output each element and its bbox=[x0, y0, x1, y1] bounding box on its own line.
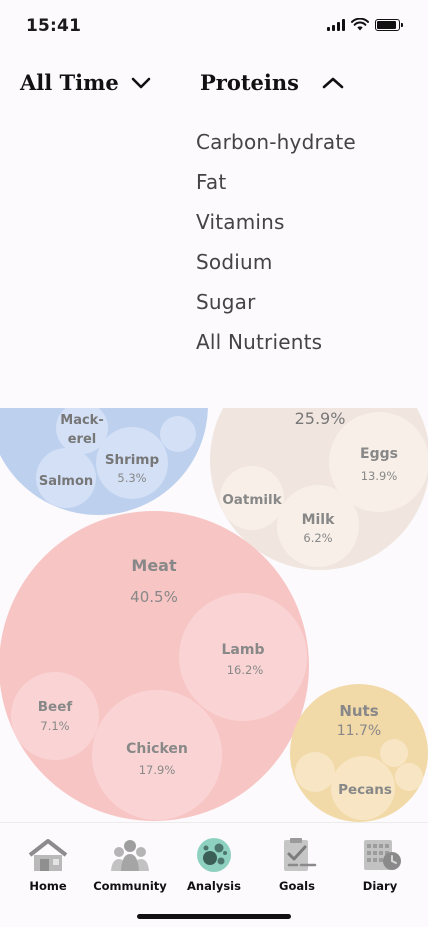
home-icon bbox=[28, 839, 68, 871]
tab-label: Goals bbox=[279, 879, 315, 893]
bubble-label-milk: Milk bbox=[302, 512, 336, 528]
nutrient-menu: Carbon-hydrate Fat Vitamins Sodium Sugar… bbox=[196, 130, 356, 370]
nutrient-label: Proteins bbox=[200, 70, 299, 95]
bubble-percent-dairy: 25.9% bbox=[295, 409, 346, 428]
tab-goals[interactable]: Goals bbox=[255, 837, 339, 893]
time-range-dropdown[interactable]: All Time bbox=[20, 70, 151, 95]
bubble-label-oatmilk: Oatmilk bbox=[222, 492, 282, 508]
bubble-percent-chicken: 17.9% bbox=[139, 763, 176, 777]
goals-icon bbox=[284, 838, 317, 871]
nutrient-option[interactable]: Sodium bbox=[196, 250, 356, 290]
bubble-label-eggs: Eggs bbox=[360, 446, 398, 462]
nutrient-option[interactable]: Vitamins bbox=[196, 210, 356, 250]
tab-analysis[interactable]: Analysis bbox=[172, 837, 256, 893]
bubble-group-nuts[interactable]: Nuts 11.7% Pecans bbox=[290, 684, 428, 822]
bubble-label-lamb: Lamb bbox=[222, 642, 265, 658]
bubble-nut-small-1 bbox=[295, 752, 335, 792]
bubble-percent-milk: 6.2% bbox=[303, 531, 332, 545]
analysis-icon bbox=[197, 838, 231, 872]
status-time: 15:41 bbox=[26, 16, 82, 36]
bubble-nut-small-2 bbox=[380, 739, 408, 767]
bubble-group-seafood[interactable]: Mack-erel Shrimp 5.3% Salmon bbox=[0, 408, 208, 515]
status-bar: 15:41 bbox=[0, 0, 428, 52]
tab-label: Analysis bbox=[187, 879, 241, 893]
nutrient-option[interactable]: All Nutrients bbox=[196, 330, 356, 370]
time-range-label: All Time bbox=[20, 70, 119, 95]
tab-label: Community bbox=[93, 879, 167, 893]
protein-bubble-chart: Mack-erel Shrimp 5.3% Salmon 25.9% Eggs … bbox=[0, 408, 428, 822]
cellular-signal-icon bbox=[327, 18, 345, 31]
tab-community[interactable]: Community bbox=[88, 837, 172, 893]
nutrient-option[interactable]: Carbon-hydrate bbox=[196, 130, 356, 170]
tab-label: Home bbox=[29, 879, 67, 893]
home-indicator bbox=[137, 914, 291, 919]
tab-bar: Home Community Analysis Goals Diary bbox=[0, 822, 428, 927]
bubble-small-seafood bbox=[160, 416, 196, 452]
bubble-label-pecans: Pecans bbox=[338, 782, 392, 798]
tab-diary[interactable]: Diary bbox=[338, 837, 422, 893]
nutrient-option[interactable]: Sugar bbox=[196, 290, 356, 330]
bubble-percent-shrimp: 5.3% bbox=[117, 471, 146, 485]
bubble-label-beef: Beef bbox=[38, 699, 73, 715]
nutrient-dropdown[interactable]: Proteins bbox=[200, 70, 345, 95]
bubble-percent-beef: 7.1% bbox=[40, 719, 69, 733]
wifi-icon bbox=[351, 18, 369, 31]
bubble-group-meat[interactable]: Meat 40.5% Lamb 16.2% Beef 7.1% Chicken … bbox=[0, 511, 309, 821]
bubble-label-meat: Meat bbox=[131, 556, 177, 575]
status-icons bbox=[327, 18, 403, 31]
bubble-percent-nuts: 11.7% bbox=[337, 723, 381, 739]
chevron-down-icon bbox=[131, 77, 151, 88]
nutrient-option[interactable]: Fat bbox=[196, 170, 356, 210]
battery-icon bbox=[375, 18, 403, 31]
bubble-label-chicken: Chicken bbox=[126, 741, 188, 757]
chevron-up-icon bbox=[322, 77, 344, 88]
bubble-percent-eggs: 13.9% bbox=[361, 469, 398, 483]
bubble-label-nuts: Nuts bbox=[339, 702, 378, 720]
bubble-label-shrimp: Shrimp bbox=[105, 452, 160, 468]
bubble-beef bbox=[11, 672, 99, 760]
bubble-label-salmon: Salmon bbox=[39, 474, 93, 489]
bubble-nut-small-3 bbox=[395, 763, 423, 791]
tab-label: Diary bbox=[362, 879, 398, 893]
diary-icon bbox=[364, 840, 401, 870]
bubble-percent-lamb: 16.2% bbox=[227, 663, 264, 677]
bubble-percent-meat: 40.5% bbox=[130, 588, 178, 606]
community-icon bbox=[111, 840, 149, 871]
tab-home[interactable]: Home bbox=[6, 837, 90, 893]
